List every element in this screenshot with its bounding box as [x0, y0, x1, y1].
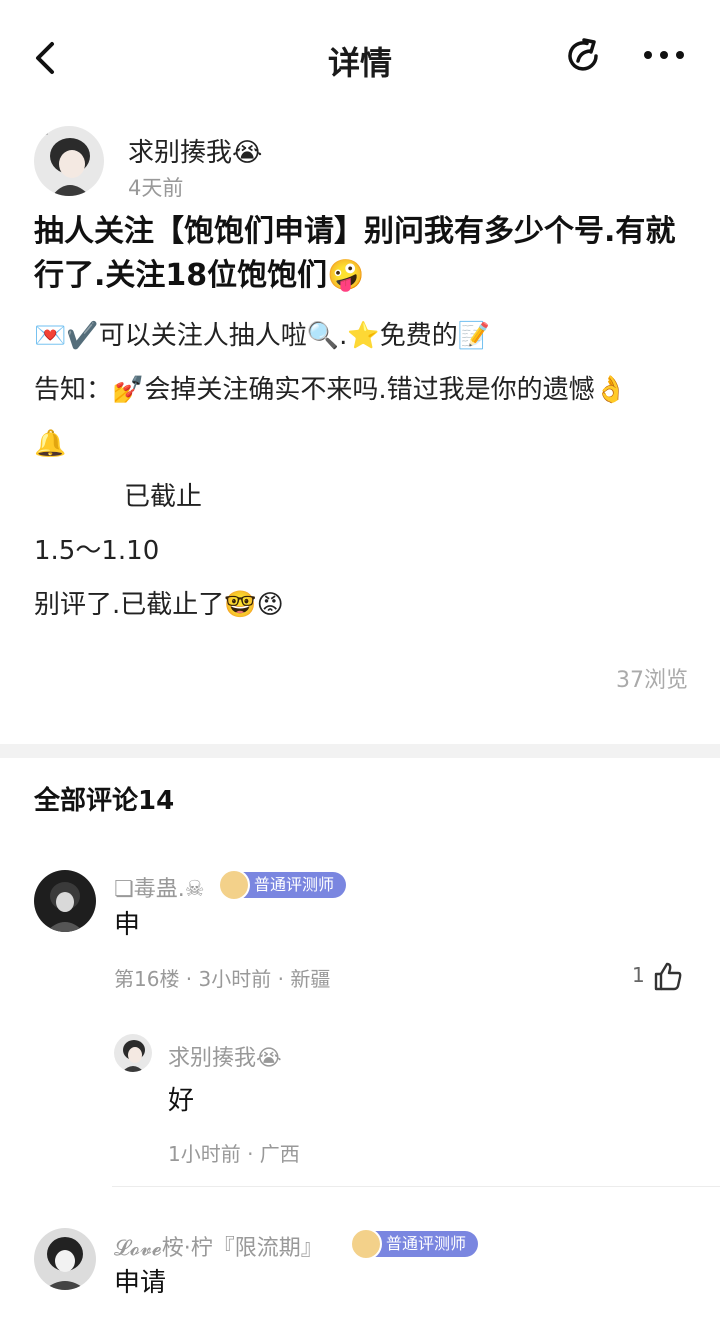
section-divider	[0, 744, 720, 758]
commenter-avatar[interactable]	[34, 870, 96, 932]
author-avatar[interactable]	[34, 126, 104, 196]
post-line: 1.5～1.10	[34, 536, 160, 566]
post-title: 抽人关注【饱饱们申请】别问我有多少个号.有就行了.关注18位饱饱们🤪	[34, 214, 676, 293]
post-line: 💌✔️可以关注人抽人啦🔍.⭐免费的📝	[34, 321, 491, 351]
badge-label: 普通评测师	[254, 875, 335, 894]
badge-avatar-icon	[350, 1228, 382, 1260]
reviewer-badge: 普通评测师	[350, 1228, 479, 1260]
comment-meta: 第16楼 · 3小时前 · 新疆	[114, 967, 331, 991]
more-button[interactable]	[640, 40, 690, 70]
comments-header: 全部评论14	[34, 786, 175, 816]
author-name[interactable]: 求别揍我😭	[128, 132, 262, 169]
reply-author-name[interactable]: 求别揍我😭	[168, 1040, 282, 1072]
share-icon	[568, 38, 598, 71]
comment-text: 申	[114, 910, 141, 940]
commenter-avatar[interactable]	[34, 1228, 96, 1290]
thumbs-up-icon	[654, 962, 682, 991]
share-button[interactable]	[562, 34, 606, 78]
post-line: 🔔	[34, 429, 67, 459]
badge-label: 普通评测师	[386, 1234, 467, 1253]
commenter-name[interactable]: 𝓛𝓸𝓿𝓮桉·柠『限流期』	[114, 1230, 323, 1262]
reply-text: 好	[168, 1086, 195, 1116]
reviewer-badge: 普通评测师	[218, 869, 347, 901]
view-count: 37浏览	[616, 668, 688, 693]
like-button[interactable]	[652, 960, 684, 992]
more-icon	[644, 51, 684, 59]
page-title: 详情	[327, 44, 392, 82]
badge-avatar-icon	[218, 869, 250, 901]
reply-avatar[interactable]	[114, 1034, 152, 1072]
top-bar: 详情	[0, 0, 720, 118]
comment-text: 申请	[114, 1268, 167, 1298]
post-line: 已截止	[124, 482, 203, 512]
like-count: 1	[632, 963, 645, 987]
reply-meta: 1小时前 · 广西	[168, 1142, 300, 1166]
post-line: 别评了.已截止了🤓😡	[34, 590, 284, 620]
commenter-name[interactable]: ❏毒蛊.☠	[114, 871, 204, 903]
post-line: 告知：💅会掉关注确实不来吗.错过我是你的遗憾👌	[34, 375, 628, 405]
comment-separator	[112, 1186, 720, 1187]
post-author: 求别揍我😭 4天前	[34, 126, 694, 200]
post-time: 4天前	[128, 176, 184, 200]
